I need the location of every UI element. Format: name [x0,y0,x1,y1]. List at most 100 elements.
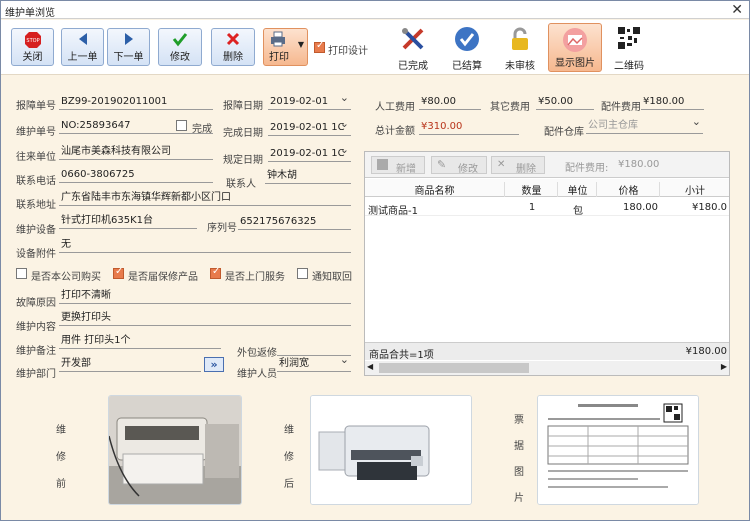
content-field[interactable]: 更换打印头 [59,310,351,326]
scroll-right-icon[interactable]: ▶ [721,362,727,371]
close-button[interactable]: STOP 关闭 [11,28,54,66]
delete-label: 删除 [223,52,243,63]
other-cost-label: 其它费用 [490,102,530,113]
done-date-field[interactable]: 2019-02-01 1C [268,120,351,136]
prev-button[interactable]: 上一单 [61,28,104,66]
header-unit[interactable]: 单位 [559,182,597,197]
grid-delete-button[interactable]: ✕ 删除 [491,156,545,175]
outsource-field[interactable] [277,340,351,356]
grid-add-button[interactable]: 新增 [371,156,425,175]
grid-add-label: 新增 [396,164,416,175]
report-no-label: 报障单号 [16,101,56,112]
repair-no-label: 维护单号 [16,127,56,138]
content-label: 维护内容 [16,322,56,333]
person-field[interactable]: 利润宽 [277,356,351,372]
print-button[interactable]: ▼ 打印 [263,28,308,66]
cell-unit: 包 [573,206,583,217]
next-button[interactable]: 下一单 [107,28,150,66]
contact-label: 联系人 [226,179,256,190]
report-no-field[interactable]: BZ99-201902011001 [59,94,213,110]
arrow-right-icon [124,33,133,45]
done-checkbox[interactable] [176,120,187,131]
image-icon [563,28,587,52]
due-date-field[interactable]: 2019-02-01 1C [268,146,351,162]
repair-no-field[interactable]: NO:25893647 [59,118,213,134]
unit-field[interactable]: 汕尾市美森科技有限公司 [59,144,213,160]
address-field[interactable]: 广东省陆丰市东海镇华辉新都小区门口 [59,190,351,206]
address-label: 联系地址 [16,200,56,211]
header-qty[interactable]: 数量 [506,182,558,197]
horizontal-scrollbar[interactable]: ◀ ▶ [365,361,729,375]
grid-edit-button[interactable]: ✎ 修改 [431,156,487,175]
svg-text:STOP: STOP [26,38,39,44]
lock-icon [512,27,528,50]
stop-icon: STOP [24,32,41,48]
dept-field[interactable]: 开发部 [59,356,201,372]
cell-name: 测试商品-1 [368,206,418,217]
purchased-checkbox[interactable] [16,268,27,279]
qrcode-icon [617,26,641,50]
toolbar: STOP 关闭 上一单 下一单 修改 删除 ▼ 打印 打印设计 已完成 [1,20,749,75]
phone-field[interactable]: 0660-3806725 [59,167,213,183]
print-design-checkbox[interactable] [314,40,325,53]
unreviewed-tool[interactable]: 未审核 [495,26,545,72]
header-name[interactable]: 商品名称 [365,182,505,197]
check-icon [172,33,188,47]
double-chevron-right-icon[interactable]: » [204,357,224,372]
total-field: ¥310.00 [419,119,519,135]
total-label: 总计金额 [375,126,415,137]
header-price[interactable]: 价格 [598,182,660,197]
notify-checkbox[interactable] [297,268,308,279]
grid-toolbar: 新增 ✎ 修改 ✕ 删除 配件费用: ¥180.00 [365,152,729,178]
after-photo[interactable] [310,395,472,505]
other-cost-field[interactable]: ¥50.00 [536,94,594,110]
dept-label: 维护部门 [16,369,56,380]
edit-button[interactable]: 修改 [158,28,202,66]
show-image-tool[interactable]: 显示图片 [548,23,602,72]
scroll-left-icon[interactable]: ◀ [367,362,373,371]
delete-button[interactable]: 删除 [211,28,255,66]
unreviewed-label: 未审核 [505,61,535,72]
parts-cost-label: 配件费用 [601,102,641,113]
pencil-icon: ✎ [437,158,447,171]
grid-parts-fee-value: ¥180.00 [618,159,660,170]
report-date-field[interactable]: 2019-02-01 [268,94,351,110]
qrcode-tool[interactable]: 二维码 [604,26,654,72]
edit-label: 修改 [170,52,190,63]
labor-cost-label: 人工费用 [375,102,415,113]
header-subtotal[interactable]: 小计 [661,182,729,197]
serial-label: 序列号 [207,223,237,234]
receipt-photo[interactable] [537,395,699,505]
done-label: 完成 [192,124,212,135]
print-label: 打印 [269,52,289,63]
before-photo[interactable] [108,395,242,505]
parts-cost-field[interactable]: ¥180.00 [641,94,704,110]
remark-field[interactable]: 用件 打印头1个 [59,333,221,349]
after-label: 维修后 [284,425,294,490]
contact-field[interactable]: 钟木胡 [265,168,351,184]
window-title: 维护单浏览 [5,8,55,19]
phone-label: 联系电话 [16,176,56,187]
close-window-icon[interactable]: ✕ [731,2,743,18]
warranty-checkbox[interactable] [113,266,124,279]
accessory-field[interactable]: 无 [59,237,351,253]
onsite-checkbox[interactable] [210,266,221,279]
fault-field[interactable]: 打印不清晰 [59,288,351,304]
onsite-label: 是否上门服务 [225,272,285,283]
qrcode-label: 二维码 [614,61,644,72]
completed-tool[interactable]: 已完成 [388,26,438,72]
summary-count: 商品合共=1项 [369,350,434,361]
done-date-label: 完成日期 [223,128,263,139]
device-field[interactable]: 针式打印机635K1台 [59,213,197,229]
title-bar: 维护单浏览 ✕ [1,1,749,19]
scroll-thumb[interactable] [379,363,529,373]
warehouse-select[interactable]: 公司主仓库 [586,118,703,134]
grid-delete-label: 删除 [516,164,536,175]
settled-tool[interactable]: 已结算 [442,26,492,72]
serial-field[interactable]: 652175676325 [238,214,351,230]
grid-summary-row: 商品合共=1项 ¥180.00 [365,342,729,361]
before-label: 维修前 [56,425,66,490]
table-row[interactable]: 测试商品-1 1 包 180.00 ¥180.0 [365,198,729,217]
labor-cost-field[interactable]: ¥80.00 [419,94,481,110]
print-design-label: 打印设计 [328,46,368,57]
